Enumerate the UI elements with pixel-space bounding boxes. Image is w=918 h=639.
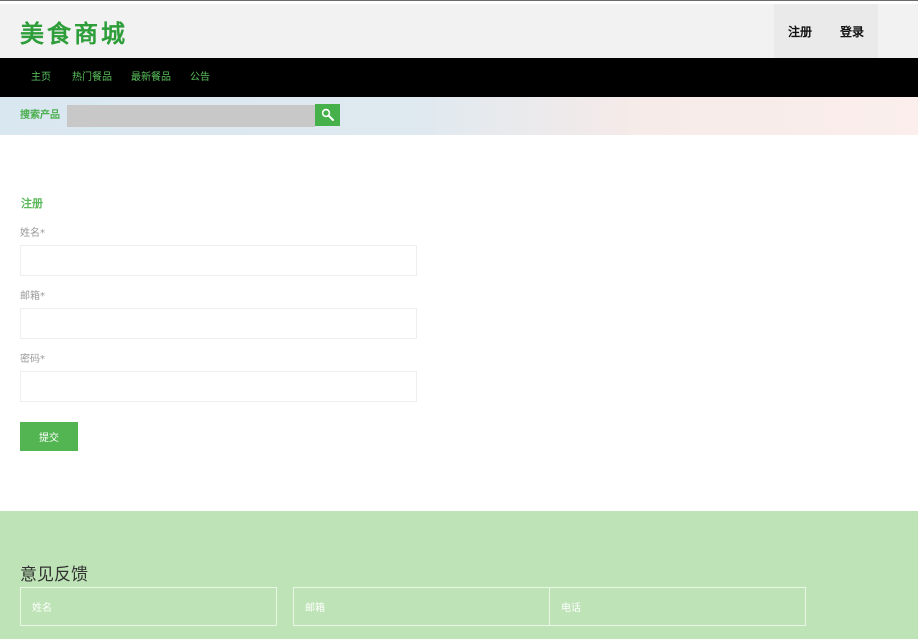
search-icon — [321, 108, 334, 121]
search-input[interactable] — [67, 105, 315, 127]
feedback-phone-field[interactable]: 电话 — [549, 587, 806, 626]
email-label: 邮箱* — [20, 291, 45, 302]
nav-item-hot-dishes[interactable]: 热门餐品 — [72, 58, 112, 97]
search-label: 搜索产品 — [20, 110, 60, 121]
nav-item-new-dishes[interactable]: 最新餐品 — [131, 58, 171, 97]
email-field[interactable] — [20, 308, 417, 339]
search-button[interactable] — [315, 104, 340, 126]
feedback-title: 意见反馈 — [20, 565, 88, 585]
site-header: 美食商城 注册 登录 — [0, 4, 918, 58]
name-label: 姓名* — [20, 228, 45, 239]
nav-item-home[interactable]: 主页 — [31, 58, 51, 97]
name-field[interactable] — [20, 245, 417, 276]
main-nav: 主页 热门餐品 最新餐品 公告 — [0, 58, 918, 97]
nav-item-announcements[interactable]: 公告 — [190, 58, 210, 97]
feedback-section: 意见反馈 姓名 邮箱 电话 — [0, 511, 918, 639]
login-button[interactable]: 登录 — [826, 4, 878, 58]
site-logo[interactable]: 美食商城 — [20, 19, 128, 49]
password-field[interactable] — [20, 371, 417, 402]
register-title: 注册 — [21, 197, 43, 210]
submit-button[interactable]: 提交 — [20, 422, 78, 451]
register-button[interactable]: 注册 — [774, 4, 826, 58]
register-section: 注册 姓名* 邮箱* 密码* 提交 — [0, 135, 918, 511]
search-bar: 搜索产品 — [0, 97, 918, 135]
feedback-email-field[interactable]: 邮箱 — [293, 587, 550, 626]
password-label: 密码* — [20, 354, 45, 365]
feedback-name-field[interactable]: 姓名 — [20, 587, 277, 626]
